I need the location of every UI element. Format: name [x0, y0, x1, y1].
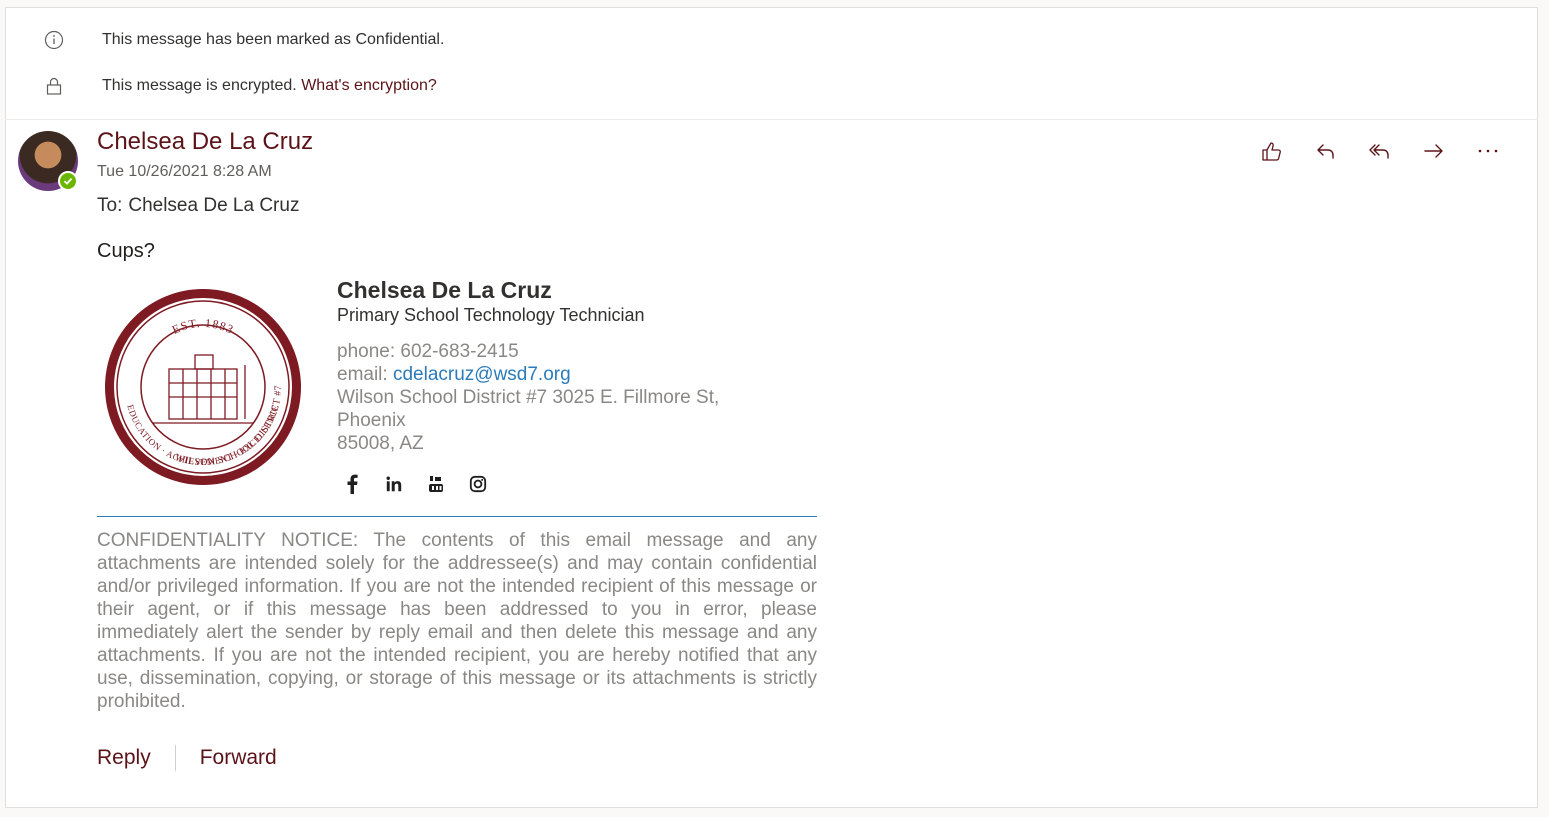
encrypted-text: This message is encrypted. What's encryp…	[102, 77, 437, 95]
confidentiality-notice: CONFIDENTIALITY NOTICE: The contents of …	[97, 530, 817, 712]
reply-all-icon	[1369, 144, 1389, 159]
like-button[interactable]	[1258, 137, 1286, 165]
message-date: Tue 10/26/2021 8:28 AM	[97, 163, 272, 180]
encryption-link[interactable]: What's encryption?	[301, 77, 437, 94]
forward-arrow-icon	[1424, 144, 1443, 158]
more-actions-button[interactable]	[1474, 137, 1502, 165]
presence-available-icon	[58, 171, 78, 191]
encrypted-label: This message is encrypted.	[102, 77, 297, 94]
ellipsis-icon	[1478, 149, 1498, 153]
social-links	[343, 474, 487, 494]
to-recipient[interactable]: Chelsea De La Cruz	[128, 195, 299, 216]
reply-icon	[1317, 144, 1334, 159]
reply-all-button[interactable]	[1366, 137, 1394, 165]
footer-divider	[174, 745, 176, 771]
confidential-text: This message has been marked as Confiden…	[102, 31, 445, 48]
info-icon	[43, 29, 65, 51]
reply-icon-button[interactable]	[1312, 137, 1340, 165]
to-label: To:	[97, 195, 123, 216]
address-line-1: Wilson School District #7 3025 E. Fillmo…	[337, 387, 720, 408]
message-notices: This message has been marked as Confiden…	[5, 7, 1538, 120]
email-label: email:	[337, 364, 388, 385]
message-actions	[1258, 137, 1502, 165]
lock-icon	[43, 75, 65, 97]
phone-value: 602-683-2415	[400, 341, 519, 362]
thumbs-up-icon	[1262, 142, 1281, 161]
address-line-3: 85008, AZ	[337, 433, 424, 454]
email-signature: Chelsea De La Cruz Primary School Techno…	[337, 277, 757, 455]
forward-icon-button[interactable]	[1420, 137, 1448, 165]
phone-label: phone:	[337, 341, 396, 362]
address-line-2: Phoenix	[337, 410, 406, 431]
reply-button[interactable]: Reply	[97, 746, 151, 770]
signature-title: Primary School Technology Technician	[337, 305, 645, 325]
forward-button[interactable]: Forward	[200, 746, 277, 770]
youtube-icon[interactable]	[427, 474, 445, 494]
message-body: Cups?	[97, 240, 155, 262]
district-seal-logo: EST. 1883 EDUCATION · ACHIEVEMENT · EXCE…	[103, 287, 305, 492]
sender-name[interactable]: Chelsea De La Cruz	[97, 128, 313, 156]
to-line: To: Chelsea De La Cruz	[97, 195, 299, 217]
signature-contact: phone: 602-683-2415 email: cdelacruz@wsd…	[337, 340, 757, 455]
signature-phone: phone: 602-683-2415	[337, 340, 757, 363]
signature-divider	[97, 516, 817, 517]
signature-email: email: cdelacruz@wsd7.org	[337, 363, 757, 386]
facebook-icon[interactable]	[343, 474, 361, 494]
message-footer: Reply Forward	[97, 745, 277, 771]
linkedin-icon[interactable]	[385, 474, 403, 494]
signature-name: Chelsea De La Cruz	[337, 277, 552, 303]
email-link[interactable]: cdelacruz@wsd7.org	[393, 364, 571, 385]
instagram-icon[interactable]	[469, 474, 487, 494]
